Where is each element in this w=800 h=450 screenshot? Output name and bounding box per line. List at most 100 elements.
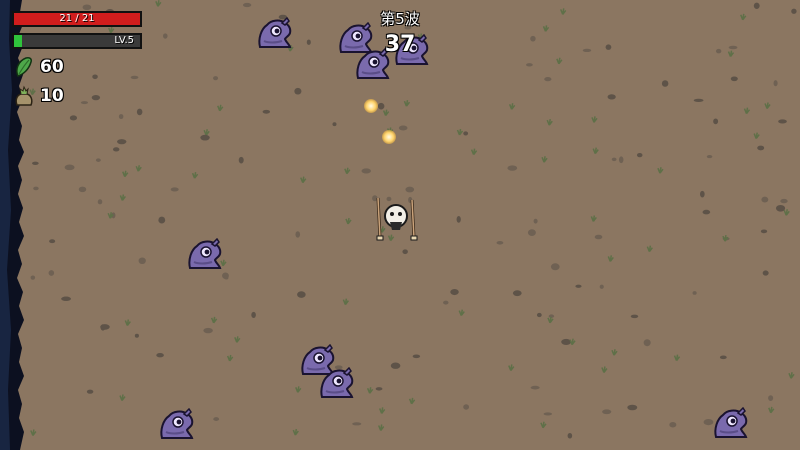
- pebble: [294, 87, 302, 95]
- materials-count: 60: [40, 57, 64, 77]
- pebble: [602, 409, 612, 415]
- pebble: [32, 161, 39, 165]
- pebble: [550, 263, 560, 271]
- enemy-alien: [318, 367, 356, 399]
- game-arena: 21 / 21 LV.5 60 10 第5波 37: [0, 0, 800, 450]
- pebble: [375, 387, 383, 391]
- pebble: [618, 156, 624, 164]
- pebble: [134, 333, 139, 338]
- pebble: [377, 102, 385, 110]
- materials-counter: 60: [14, 55, 64, 79]
- pebble: [757, 145, 765, 151]
- pebble: [138, 257, 146, 265]
- player-character: [376, 197, 418, 241]
- pebble: [361, 168, 371, 174]
- pebble: [768, 395, 774, 401]
- green-leaf-material-icon: [16, 57, 32, 77]
- pebble: [117, 139, 127, 145]
- pebble: [773, 80, 778, 87]
- pebble: [507, 165, 518, 171]
- pebble: [61, 296, 71, 302]
- pebble: [730, 76, 738, 82]
- pebble: [78, 186, 87, 193]
- pebble: [627, 404, 638, 411]
- pebble: [213, 76, 219, 81]
- pebble: [398, 125, 408, 131]
- pebble: [92, 74, 98, 80]
- pebble: [156, 353, 164, 358]
- pebble: [91, 94, 101, 101]
- pebble: [594, 234, 603, 240]
- pebble: [544, 77, 552, 82]
- pebble: [512, 290, 522, 297]
- pebble: [575, 284, 582, 288]
- pebble: [599, 284, 604, 289]
- projectile: [364, 99, 378, 113]
- pebble: [390, 362, 401, 369]
- pebble: [702, 209, 711, 215]
- pebble: [527, 229, 536, 237]
- pebble: [693, 98, 704, 103]
- pebble: [775, 204, 786, 212]
- pebble: [242, 2, 252, 8]
- projectile: [382, 130, 396, 144]
- pebble: [200, 134, 210, 141]
- pebble: [405, 186, 415, 193]
- pebble: [661, 80, 669, 87]
- enemy-alien: [158, 408, 196, 440]
- pebble: [778, 119, 787, 124]
- pebble: [213, 417, 220, 421]
- pebble: [536, 312, 542, 318]
- pebble: [706, 154, 713, 159]
- pebble: [450, 288, 459, 296]
- pebble: [719, 355, 727, 360]
- pebble: [48, 270, 55, 276]
- pebble: [86, 389, 94, 394]
- pebble: [33, 186, 39, 191]
- pebble: [251, 311, 256, 319]
- pebble: [533, 218, 538, 224]
- pebble: [402, 249, 408, 255]
- pebble: [332, 122, 337, 127]
- pebble: [607, 94, 616, 100]
- bag-counter: 10: [14, 84, 64, 108]
- pebble: [80, 101, 88, 105]
- pebble: [611, 157, 617, 162]
- pebble: [526, 63, 533, 67]
- pebble: [30, 275, 36, 280]
- pebble: [713, 118, 719, 125]
- pebble: [567, 432, 573, 439]
- pebble: [543, 412, 553, 416]
- material-bag-icon: [15, 85, 33, 106]
- pebble: [780, 198, 788, 204]
- pebble: [496, 240, 504, 245]
- pebble: [100, 324, 110, 330]
- pebble: [262, 109, 271, 114]
- pebble: [762, 270, 769, 276]
- pebble: [170, 187, 179, 192]
- pebble: [643, 339, 651, 347]
- bag-count: 10: [40, 86, 64, 106]
- pebble: [463, 404, 470, 410]
- pebble: [224, 275, 229, 280]
- pebble: [669, 421, 677, 428]
- pebble: [97, 199, 103, 205]
- pebble: [761, 196, 769, 203]
- pebble: [352, 422, 362, 426]
- pebble: [112, 147, 120, 152]
- pebble: [95, 158, 101, 162]
- pebble: [295, 231, 301, 238]
- enemy-alien: [712, 407, 750, 439]
- pebble: [158, 216, 166, 224]
- pebble: [700, 190, 705, 198]
- enemy-alien: [186, 238, 224, 270]
- pebble: [561, 338, 572, 346]
- pebble: [238, 156, 244, 164]
- pebble: [136, 108, 143, 116]
- pebble: [692, 291, 697, 295]
- pebble: [297, 291, 306, 298]
- pebble: [118, 114, 124, 120]
- pebble: [463, 131, 469, 136]
- wave-label: 第5波: [380, 10, 420, 28]
- pebble: [630, 314, 639, 319]
